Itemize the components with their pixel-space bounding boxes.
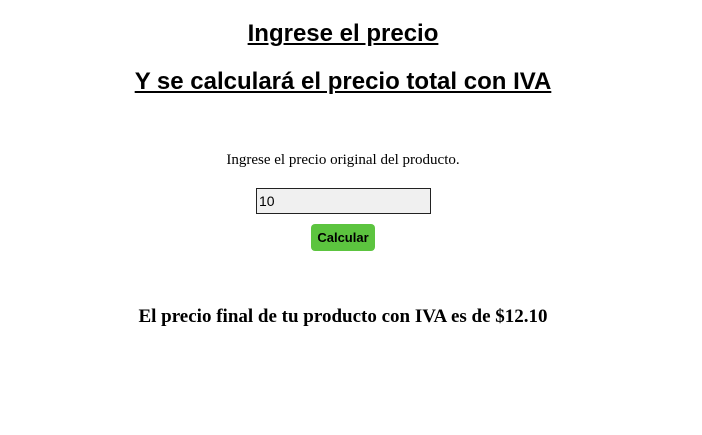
page-subtitle: Y se calculará el precio total con IVA	[134, 68, 552, 95]
price-input[interactable]	[256, 188, 431, 214]
result-text: El precio final de tu producto con IVA e…	[138, 306, 548, 327]
calculate-button[interactable]: Calcular	[311, 224, 375, 251]
calculator-page: Ingrese el precio Y se calculará el prec…	[0, 0, 702, 435]
price-instruction: Ingrese el precio original del producto.	[226, 152, 460, 168]
page-title: Ingrese el precio	[247, 20, 439, 47]
